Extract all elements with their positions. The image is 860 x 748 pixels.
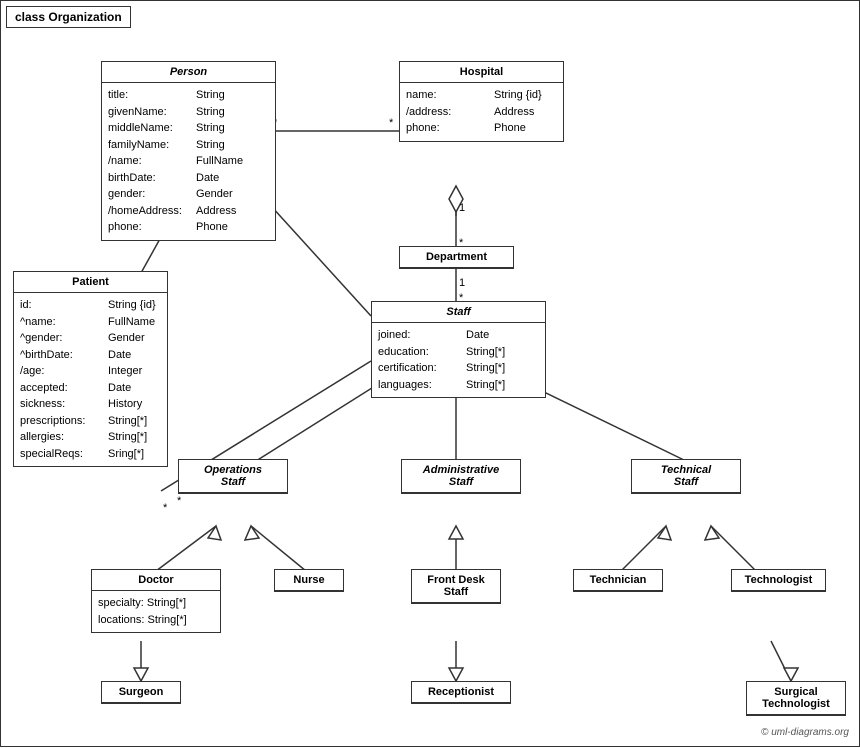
doctor-name: Doctor [92,570,220,591]
front-desk-staff-name: Front Desk Staff [412,570,500,603]
nurse-name: Nurse [275,570,343,591]
technical-staff-name: Technical Staff [632,460,740,493]
class-person: Person title:String givenName:String mid… [101,61,276,241]
technologist-name: Technologist [732,570,825,591]
patient-name: Patient [14,272,167,293]
class-department: Department [399,246,514,269]
class-surgical-technologist: Surgical Technologist [746,681,846,716]
copyright: © uml-diagrams.org [761,727,849,738]
doctor-attrs: specialty: String[*] locations: String[*… [92,591,220,632]
class-technician: Technician [573,569,663,592]
class-operations-staff: Operations Staff [178,459,288,494]
receptionist-name: Receptionist [412,682,510,703]
hospital-attrs: name:String {id} /address:Address phone:… [400,83,563,141]
svg-text:1: 1 [459,277,465,289]
class-staff: Staff joined:Date education:String[*] ce… [371,301,546,398]
diagram-title: class Organization [6,6,131,28]
svg-text:*: * [389,117,394,129]
hospital-name: Hospital [400,62,563,83]
patient-attrs: id:String {id} ^name:FullName ^gender:Ge… [14,293,167,466]
diagram-canvas: class Organization * * 1 * 1 * [0,0,860,747]
class-patient: Patient id:String {id} ^name:FullName ^g… [13,271,168,467]
class-technical-staff: Technical Staff [631,459,741,494]
technician-name: Technician [574,570,662,591]
administrative-staff-name: Administrative Staff [402,460,520,493]
person-name: Person [102,62,275,83]
surgical-technologist-name: Surgical Technologist [747,682,845,715]
class-nurse: Nurse [274,569,344,592]
class-administrative-staff: Administrative Staff [401,459,521,494]
class-front-desk-staff: Front Desk Staff [411,569,501,604]
person-attrs: title:String givenName:String middleName… [102,83,275,240]
class-hospital: Hospital name:String {id} /address:Addre… [399,61,564,142]
surgeon-name: Surgeon [102,682,180,703]
staff-name: Staff [372,302,545,323]
class-doctor: Doctor specialty: String[*] locations: S… [91,569,221,633]
svg-text:*: * [163,502,168,514]
operations-staff-name: Operations Staff [179,460,287,493]
department-name: Department [400,247,513,268]
svg-text:1: 1 [459,202,465,214]
staff-attrs: joined:Date education:String[*] certific… [372,323,545,397]
class-surgeon: Surgeon [101,681,181,704]
class-technologist: Technologist [731,569,826,592]
svg-text:*: * [177,495,182,507]
class-receptionist: Receptionist [411,681,511,704]
